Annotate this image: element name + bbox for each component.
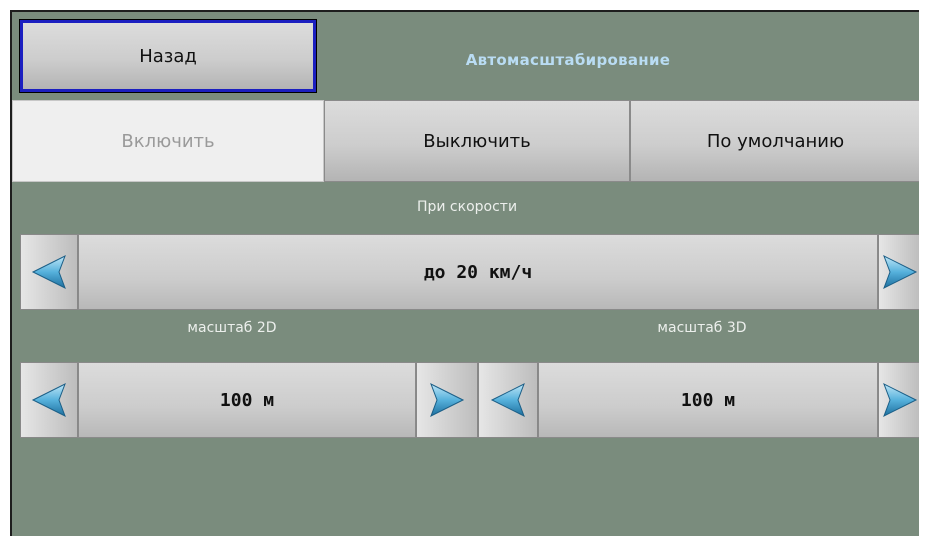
scale-2d-value-field[interactable]: 100 м	[78, 362, 416, 438]
scale-3d-caption: масштаб 3D	[657, 320, 747, 336]
triangle-left-icon	[31, 382, 66, 418]
speed-caption: При скорости	[416, 199, 518, 215]
disable-button-label: Выключить	[423, 130, 531, 152]
scale-3d-value-field[interactable]: 100 м	[538, 362, 878, 438]
triangle-left-icon	[490, 382, 525, 418]
scale-2d-decrease-button[interactable]	[20, 362, 78, 438]
default-button-label: По умолчанию	[706, 130, 845, 152]
speed-increase-button[interactable]	[878, 234, 919, 310]
scale-3d-value: 100 м	[680, 389, 736, 411]
speed-value-field[interactable]: до 20 км/ч	[78, 234, 878, 310]
triangle-right-icon	[430, 382, 465, 418]
title-bar: Автомасштабирование	[328, 20, 919, 102]
triangle-right-icon	[882, 382, 917, 418]
enable-button-label: Включить	[121, 130, 215, 152]
scale-3d-increase-button[interactable]	[878, 362, 919, 438]
auto-zoom-settings-screen: Назад Автомасштабирование Включить Выклю…	[10, 10, 919, 536]
disable-button[interactable]: Выключить	[324, 100, 630, 182]
back-button-label: Назад	[139, 45, 197, 67]
default-button[interactable]: По умолчанию	[630, 100, 919, 182]
scale-2d-increase-button[interactable]	[416, 362, 478, 438]
triangle-right-icon	[882, 254, 917, 290]
triangle-left-icon	[31, 254, 66, 290]
back-button[interactable]: Назад	[19, 19, 317, 93]
enable-button[interactable]: Включить	[12, 100, 324, 182]
speed-value: до 20 км/ч	[423, 261, 533, 283]
speed-decrease-button[interactable]	[20, 234, 78, 310]
scale-3d-decrease-button[interactable]	[478, 362, 538, 438]
page-title: Автомасштабирование	[465, 51, 671, 69]
scale-2d-caption: масштаб 2D	[187, 320, 277, 336]
scale-2d-value: 100 м	[219, 389, 275, 411]
